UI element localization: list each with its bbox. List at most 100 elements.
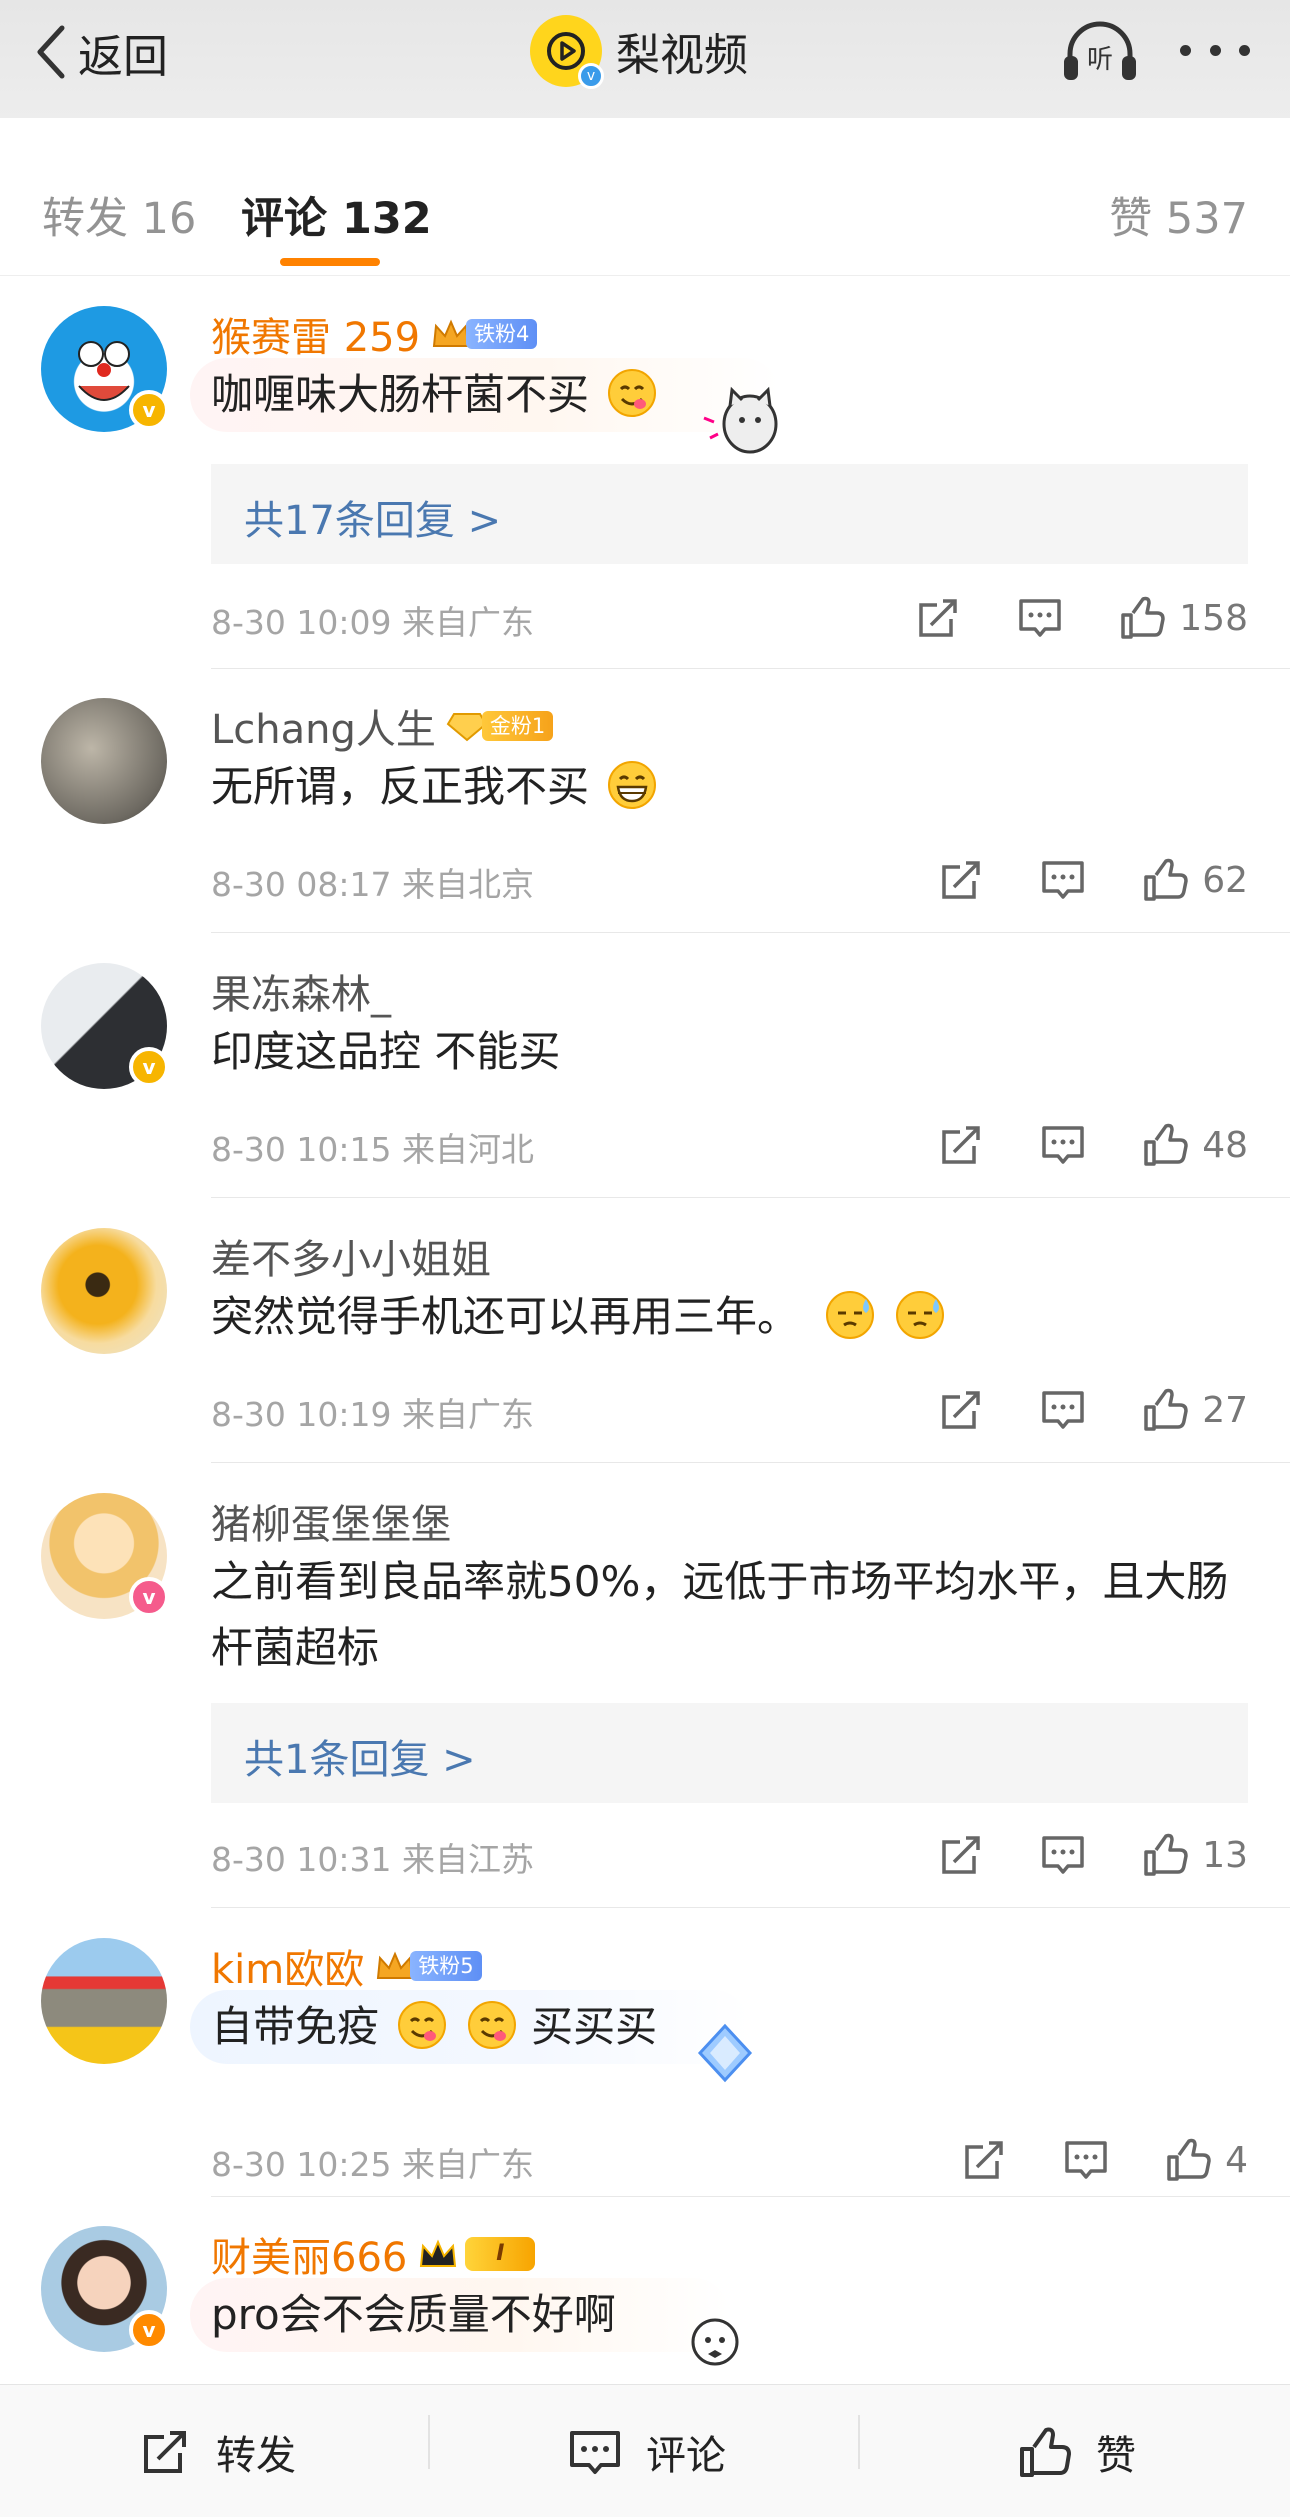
comment-icon bbox=[570, 2430, 620, 2474]
like-icon[interactable] bbox=[1142, 1122, 1188, 1168]
comment-icon[interactable] bbox=[1040, 857, 1086, 903]
back-label: 返回 bbox=[78, 29, 169, 83]
back-button[interactable]: 返回 bbox=[34, 22, 169, 83]
comment-meta: 8-30 10:25 来自广东 bbox=[211, 2145, 534, 2184]
username[interactable]: 差不多小小姐姐 bbox=[211, 1228, 491, 1284]
divider bbox=[211, 932, 1290, 933]
like-icon[interactable] bbox=[1165, 2137, 1211, 2183]
username[interactable]: Lchang人生 金粉1 bbox=[211, 698, 554, 754]
avatar[interactable]: v bbox=[41, 1493, 169, 1619]
more-options-icon[interactable] bbox=[1180, 40, 1250, 60]
comment-actions: 13 bbox=[938, 1827, 1248, 1883]
headphones-listen-icon[interactable]: 听 bbox=[1060, 18, 1140, 84]
divider bbox=[211, 1907, 1290, 1908]
listen-label: 听 bbox=[1087, 45, 1113, 75]
comment-button[interactable]: 评论 bbox=[568, 2385, 726, 2517]
like-icon[interactable] bbox=[1119, 595, 1166, 641]
comment-meta: 8-30 10:31 来自江苏 bbox=[211, 1840, 534, 1879]
avatar[interactable] bbox=[41, 698, 167, 824]
avatar[interactable]: v bbox=[41, 306, 169, 432]
like-icon[interactable] bbox=[1142, 1387, 1188, 1433]
yum-face-icon bbox=[467, 2001, 516, 2049]
divider bbox=[211, 1462, 1290, 1463]
share-icon[interactable] bbox=[938, 1832, 984, 1878]
tab-bar: 转发 16 评论 132 赞 537 bbox=[0, 146, 1290, 276]
comment-actions: 48 bbox=[938, 1117, 1248, 1173]
comment-actions: 158 bbox=[915, 590, 1248, 646]
comment-meta: 8-30 08:17 来自北京 bbox=[211, 865, 534, 904]
divider bbox=[211, 2196, 1290, 2197]
username[interactable]: 财美丽666 I bbox=[211, 2226, 536, 2282]
comment-icon[interactable] bbox=[1040, 1387, 1086, 1433]
like-icon[interactable] bbox=[1142, 1832, 1188, 1878]
bottom-toolbar: 转发 评论 赞 bbox=[0, 2384, 1290, 2517]
comment-icon[interactable] bbox=[1040, 1832, 1086, 1878]
tab-likes[interactable]: 赞 537 bbox=[1109, 184, 1248, 246]
avatar[interactable] bbox=[41, 1938, 167, 2064]
top-nav-bar: 返回 v 梨视频 听 bbox=[0, 0, 1290, 118]
verified-badge-icon: v bbox=[129, 1047, 169, 1087]
yum-face-icon bbox=[398, 2001, 447, 2049]
comment-text: 突然觉得手机还可以再用三年。 bbox=[211, 1284, 946, 1350]
comment-meta: 8-30 10:09 来自广东 bbox=[211, 603, 534, 642]
toolbar-divider bbox=[858, 2415, 860, 2469]
comment-text: 自带免疫 买买买 bbox=[211, 1994, 657, 2060]
like-count: 62 bbox=[1202, 859, 1248, 901]
like-count: 4 bbox=[1225, 2139, 1248, 2181]
share-icon[interactable] bbox=[938, 1122, 984, 1168]
vip-badge: I bbox=[417, 2236, 536, 2272]
tab-comments[interactable]: 评论 132 bbox=[241, 184, 432, 246]
view-replies-link[interactable]: 共1条回复 > bbox=[211, 1703, 1248, 1803]
avatar[interactable]: v bbox=[41, 963, 169, 1089]
share-icon[interactable] bbox=[915, 595, 961, 641]
grin-face-icon bbox=[608, 761, 657, 809]
avatar[interactable] bbox=[41, 1228, 167, 1354]
repost-button[interactable]: 转发 bbox=[138, 2385, 296, 2517]
share-icon[interactable] bbox=[938, 857, 984, 903]
like-count: 13 bbox=[1202, 1834, 1248, 1876]
sticker-icon bbox=[691, 2318, 739, 2366]
comment-icon[interactable] bbox=[1040, 1122, 1086, 1168]
comment-text: 印度这品控 不能买 bbox=[211, 1027, 561, 1076]
comment-text: 无所谓，反正我不买 bbox=[211, 754, 658, 820]
page: 返回 v 梨视频 听 转发 16 评论 132 赞 537 v 猴赛雷 259 … bbox=[0, 0, 1290, 2517]
avatar[interactable]: v bbox=[41, 2226, 169, 2352]
like-icon bbox=[1020, 2427, 1071, 2477]
chevron-left-icon bbox=[37, 25, 65, 79]
username[interactable]: 果冻森林_ bbox=[211, 963, 391, 1019]
comment-actions: 4 bbox=[961, 2132, 1248, 2188]
verified-badge-icon: v bbox=[129, 2310, 169, 2350]
share-icon[interactable] bbox=[961, 2137, 1007, 2183]
comment-text: 咖喱味大肠杆菌不买 bbox=[211, 362, 658, 428]
channel-logo: v bbox=[530, 15, 604, 89]
share-icon[interactable] bbox=[938, 1387, 984, 1433]
cat-sticker-icon bbox=[703, 386, 778, 454]
comment-icon[interactable] bbox=[1063, 2137, 1109, 2183]
username[interactable]: 猪柳蛋堡堡堡 bbox=[211, 1493, 451, 1549]
fan-badge: 铁粉5 bbox=[374, 1948, 482, 1984]
like-icon[interactable] bbox=[1142, 857, 1188, 903]
channel-header[interactable]: v 梨视频 bbox=[530, 14, 748, 89]
view-replies-link[interactable]: 共17条回复 > bbox=[211, 464, 1248, 564]
comment-icon[interactable] bbox=[1017, 595, 1063, 641]
username[interactable]: 猴赛雷 259 铁粉4 bbox=[211, 306, 538, 362]
comment-text: 之前看到良品率就50%，远低于市场平均水平，且大肠杆菌超标 bbox=[211, 1557, 1229, 1672]
divider bbox=[211, 1197, 1290, 1198]
repost-icon bbox=[144, 2430, 186, 2473]
like-button[interactable]: 赞 bbox=[1018, 2385, 1136, 2517]
like-count: 27 bbox=[1202, 1389, 1248, 1431]
comment-actions: 62 bbox=[938, 852, 1248, 908]
diamond-sticker-icon bbox=[697, 2023, 753, 2083]
comment-actions: 27 bbox=[938, 1382, 1248, 1438]
like-count: 158 bbox=[1179, 597, 1248, 639]
yum-face-icon bbox=[608, 369, 657, 417]
sweat-face-icon bbox=[895, 1291, 944, 1339]
comment-meta: 8-30 10:15 来自河北 bbox=[211, 1130, 534, 1169]
fan-badge: 金粉1 bbox=[446, 708, 554, 744]
username[interactable]: kim欧欧 铁粉5 bbox=[211, 1938, 482, 1994]
verified-badge-icon: v bbox=[129, 390, 169, 430]
crown-icon bbox=[420, 2239, 457, 2267]
active-tab-indicator bbox=[280, 258, 380, 266]
tab-repost[interactable]: 转发 16 bbox=[42, 184, 196, 246]
vip-badge-icon: v bbox=[129, 1577, 169, 1617]
